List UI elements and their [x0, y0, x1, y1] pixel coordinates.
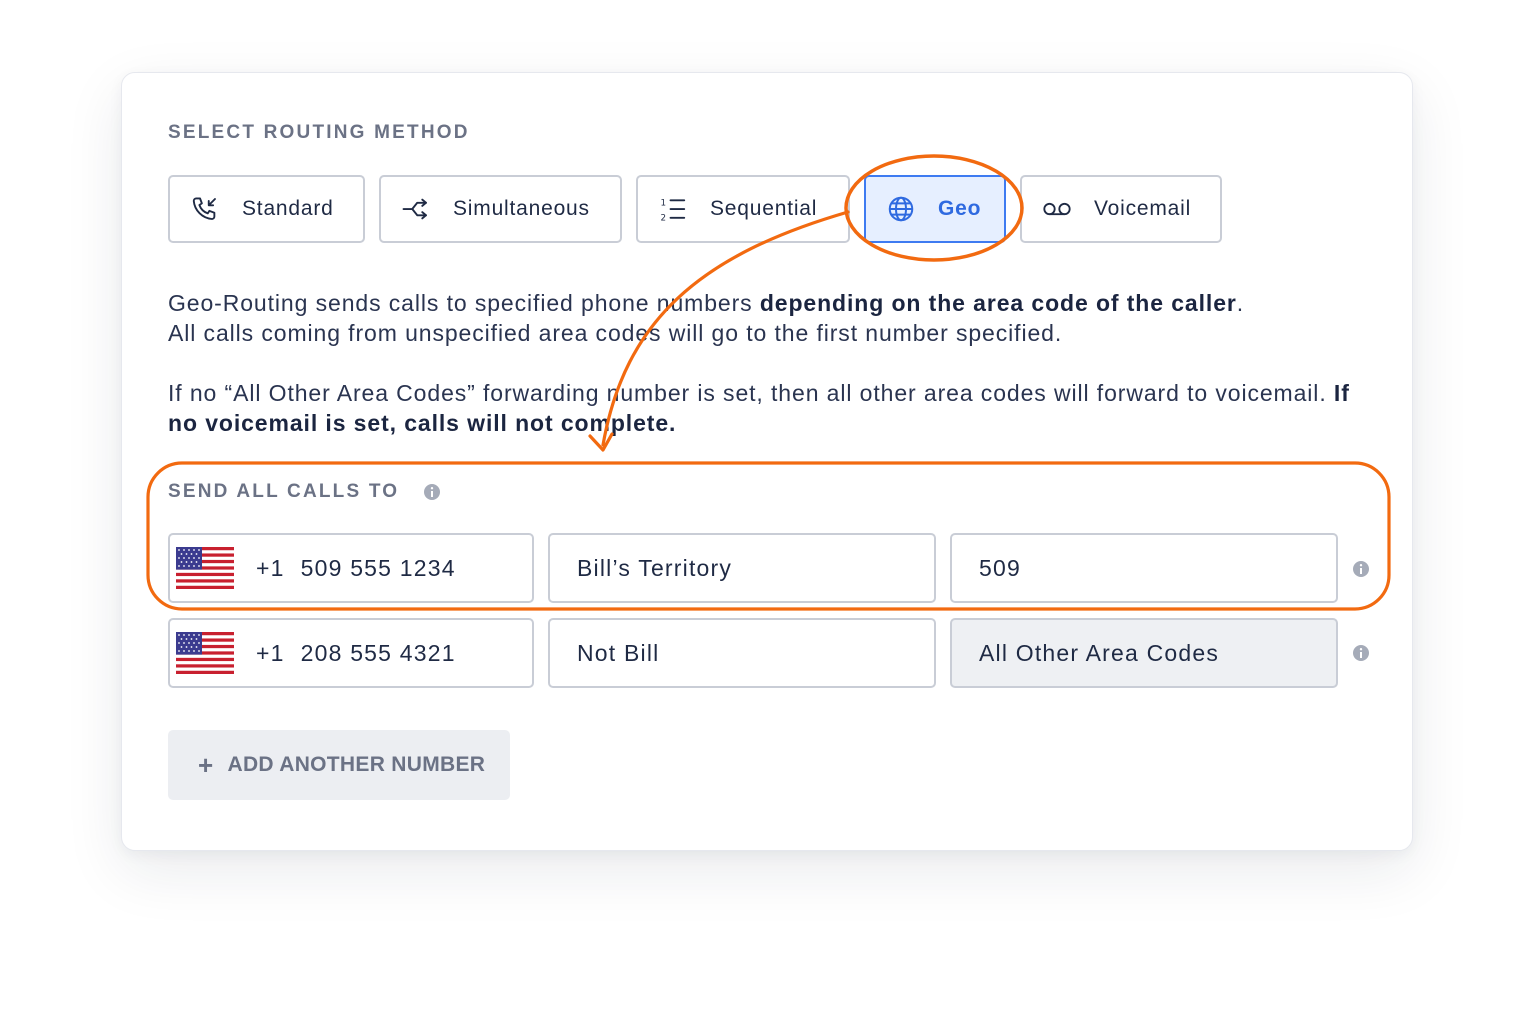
phone-incoming-icon — [190, 194, 220, 224]
voicemail-fallback-description: If no “All Other Area Codes” forwarding … — [168, 380, 1350, 436]
svg-text:2: 2 — [661, 213, 668, 223]
method-geo-label: Geo — [938, 197, 982, 220]
method-sequential-label: Sequential — [710, 197, 818, 220]
info-icon[interactable] — [1352, 560, 1370, 578]
add-another-number-label: ADD ANOTHER NUMBER — [227, 753, 486, 776]
routing-method-label: SELECT ROUTING METHOD — [168, 122, 470, 143]
ordered-list-icon: 1 2 — [658, 194, 688, 224]
phone-number-input[interactable]: +1 509 555 1234 — [168, 533, 534, 603]
area-code-field-readonly: All Other Area Codes — [950, 618, 1338, 688]
phone-number-input[interactable]: +1 208 555 4321 — [168, 618, 534, 688]
svg-text:1: 1 — [661, 198, 668, 208]
method-voicemail-label: Voicemail — [1094, 197, 1192, 220]
method-simultaneous-label: Simultaneous — [453, 197, 590, 220]
label-input[interactable]: Bill’s Territory — [548, 533, 936, 603]
voicemail-icon — [1042, 194, 1072, 224]
area-code-input[interactable]: 509 — [950, 533, 1338, 603]
method-sequential-button[interactable]: 1 2 Sequential — [636, 175, 850, 243]
add-another-number-button[interactable]: + ADD ANOTHER NUMBER — [168, 730, 510, 800]
country-code: +1 — [256, 554, 285, 581]
info-icon[interactable] — [423, 483, 441, 501]
method-standard-label: Standard — [242, 197, 334, 220]
geo-routing-description: Geo-Routing sends calls to specified pho… — [168, 290, 1245, 346]
send-all-calls-label: SEND ALL CALLS TO — [168, 481, 400, 502]
plus-icon: + — [198, 749, 214, 780]
info-icon[interactable] — [1352, 644, 1370, 662]
phone-number-value: 208 555 4321 — [300, 639, 456, 666]
split-arrows-icon — [401, 194, 431, 224]
method-standard-button[interactable]: Standard — [168, 175, 365, 243]
globe-icon — [886, 194, 916, 224]
label-input[interactable]: Not Bill — [548, 618, 936, 688]
method-voicemail-button[interactable]: Voicemail — [1020, 175, 1222, 243]
us-flag-icon[interactable] — [176, 547, 234, 589]
method-simultaneous-button[interactable]: Simultaneous — [379, 175, 622, 243]
country-code: +1 — [256, 639, 285, 666]
us-flag-icon[interactable] — [176, 632, 234, 674]
phone-number-value: 509 555 1234 — [300, 554, 456, 581]
method-geo-button[interactable]: Geo — [864, 175, 1006, 243]
